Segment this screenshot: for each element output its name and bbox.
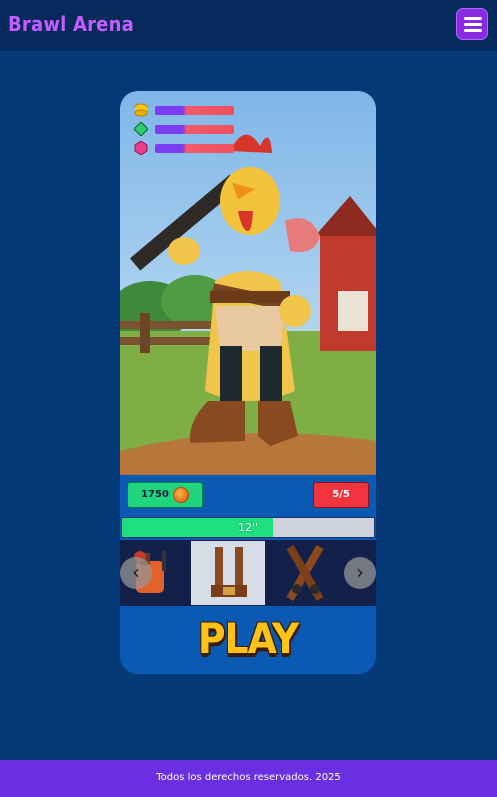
orange-coin-icon <box>173 487 189 503</box>
play-area: PLAY <box>120 606 376 674</box>
stat-bar <box>155 144 234 153</box>
coin-balance-value: 1750 <box>141 489 169 500</box>
character-portrait <box>120 91 376 475</box>
stat-green-gems <box>134 122 244 136</box>
footer-text: Todos los derechos reservados. 2025 <box>156 772 341 783</box>
info-strip: 1750 5/5 <box>120 475 376 515</box>
green-gem-icon <box>134 122 148 136</box>
suspenders-item-icon <box>211 547 247 597</box>
pink-gem-icon <box>134 141 148 155</box>
play-button[interactable]: PLAY <box>120 614 376 663</box>
character-card: 1750 5/5 12'' ‹ › PLAY <box>120 91 376 674</box>
top-navbar: Brawl Arena <box>0 0 497 51</box>
hamburger-line <box>464 29 482 32</box>
hamburger-menu-icon <box>464 17 482 20</box>
carousel-item[interactable] <box>267 541 341 605</box>
progress-bar: 12'' <box>121 517 375 538</box>
crossed-straps-item-icon <box>286 545 324 601</box>
footer: Todos los derechos reservados. 2025 <box>0 760 497 797</box>
coin-stack-icon <box>134 103 148 117</box>
stat-coins <box>134 103 244 117</box>
chevron-right-icon: › <box>356 560 364 584</box>
item-carousel: ‹ › <box>120 540 376 606</box>
stat-pink-gems <box>134 141 244 155</box>
progress-label: 12'' <box>237 521 259 534</box>
coin-balance[interactable]: 1750 <box>127 482 203 508</box>
brand-title[interactable]: Brawl Arena <box>8 12 134 36</box>
chevron-left-icon: ‹ <box>132 560 140 584</box>
hamburger-line <box>464 23 482 26</box>
carousel-next-button[interactable]: › <box>344 557 376 589</box>
stat-bar <box>155 106 234 115</box>
carousel-item-selected[interactable] <box>191 541 265 605</box>
carousel-prev-button[interactable]: ‹ <box>120 557 152 589</box>
stat-bar <box>155 125 234 134</box>
menu-button[interactable] <box>456 8 488 40</box>
count-badge[interactable]: 5/5 <box>313 482 369 508</box>
